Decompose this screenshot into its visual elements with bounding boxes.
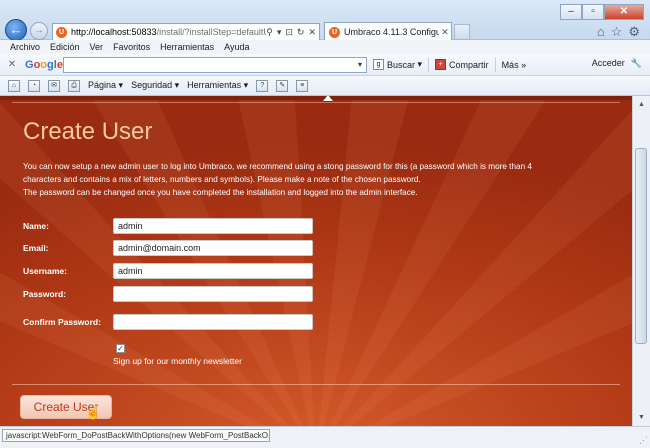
command-bar: ⌂ ◔ ✉ ⎙ Página ▾ Seguridad ▾ Herramienta… (0, 76, 650, 96)
signin-area: Acceder 🔧 (592, 58, 642, 69)
google-search-input[interactable]: ▾ (63, 56, 367, 73)
home-icon[interactable]: ⌂ (8, 79, 20, 92)
scroll-up-icon[interactable]: ▲ (635, 98, 648, 111)
close-icon[interactable]: ✕ (439, 27, 451, 38)
dropdown-icon[interactable]: ▾ (277, 27, 282, 38)
menu-tools[interactable]: Herramientas ▾ (187, 80, 248, 91)
close-toolbar-icon[interactable]: ✕ (5, 59, 19, 70)
menu-edicion[interactable]: Edición (50, 40, 80, 54)
address-tools: ⚲ ▾ ⊡ ↻ ✕ (266, 27, 316, 38)
gear-icon[interactable]: ⚙ (628, 24, 640, 40)
back-arrow-icon[interactable]: ← (5, 19, 27, 41)
chevron-down-icon[interactable]: ▾ (354, 58, 366, 72)
toolbar-separator (494, 57, 496, 72)
signin-link[interactable]: Acceder (592, 58, 625, 69)
google-logo: Google (25, 58, 63, 71)
more-button[interactable]: Más » (502, 60, 527, 70)
umbraco-favicon-icon: U (56, 26, 67, 38)
newsletter-checkbox[interactable]: ✓ (116, 344, 125, 353)
address-bar[interactable]: U http://localhost:50833/install/?instal… (52, 23, 320, 41)
rss-feed-icon[interactable]: ◔ (28, 79, 40, 92)
menu-herramientas[interactable]: Herramientas (160, 40, 214, 54)
vertical-scrollbar[interactable]: ▲ ▼ (632, 96, 650, 426)
hand-cursor-icon: ☝ (85, 405, 102, 420)
browser-right-icons: ⌂ ☆ ⚙ (597, 24, 640, 40)
tab-title: Umbraco 4.11.3 Configurat... (344, 27, 439, 37)
share-button[interactable]: + Compartir (435, 59, 489, 70)
name-row: Name: admin (23, 218, 313, 234)
name-label: Name: (23, 221, 49, 231)
scroll-thumb[interactable] (635, 148, 647, 344)
address-url[interactable]: http://localhost:50833/install/?installS… (71, 27, 266, 37)
toolbar-separator (428, 57, 430, 72)
form-divider (12, 384, 620, 385)
page-viewport: Create User You can now setup a new admi… (0, 96, 632, 426)
scroll-down-icon[interactable]: ▼ (635, 411, 648, 424)
password-label: Password: (23, 289, 66, 299)
home-icon[interactable]: ⌂ (597, 24, 605, 40)
umbraco-favicon-icon: U (329, 26, 340, 38)
email-row: Email: admin@domain.com (23, 240, 313, 256)
intro-line: You can now setup a new admin user to lo… (23, 162, 532, 171)
menu-ver[interactable]: Ver (90, 40, 104, 54)
research-icon[interactable]: ✎ (276, 79, 289, 92)
name-field[interactable]: admin (113, 218, 313, 234)
forward-arrow-icon[interactable]: → (30, 22, 48, 40)
menu-page[interactable]: Página ▾ (88, 80, 123, 91)
menu-favoritos[interactable]: Favoritos (113, 40, 150, 54)
mail-icon[interactable]: ✉ (48, 79, 60, 92)
email-label: Email: (23, 243, 49, 253)
search-icon[interactable]: ⚲ (266, 27, 273, 38)
stop-icon[interactable]: ✕ (308, 27, 316, 38)
menu-safety[interactable]: Seguridad ▾ (131, 80, 179, 91)
compatibility-icon[interactable]: ⊡ (285, 27, 293, 38)
username-row: Username: admin (23, 263, 313, 279)
intro-line: characters and contains a mix of letters… (23, 175, 421, 184)
create-user-panel: Create User You can now setup a new admi… (0, 96, 632, 426)
email-field[interactable]: admin@domain.com (113, 240, 313, 256)
maximize-button[interactable]: ▫ (582, 4, 604, 20)
google-toolbar: ✕ Google ▾ g Buscar ▾ + Compartir Más » … (0, 54, 650, 76)
newsletter-label: Sign up for our monthly newsletter (113, 356, 242, 366)
username-label: Username: (23, 266, 67, 276)
confirm-password-field[interactable] (113, 314, 313, 330)
menu-bar: Archivo Edición Ver Favoritos Herramient… (0, 40, 650, 54)
page-title: Create User (23, 118, 153, 145)
status-bar: javascript:WebForm_DoPostBackWithOptions… (0, 426, 650, 448)
wrench-icon[interactable]: 🔧 (631, 58, 642, 69)
browser-tab-active[interactable]: U Umbraco 4.11.3 Configurat... ✕ (324, 22, 452, 41)
help-icon[interactable]: ? (256, 79, 269, 92)
star-icon[interactable]: ☆ (611, 24, 623, 40)
refresh-icon[interactable]: ↻ (297, 27, 305, 38)
status-url: javascript:WebForm_DoPostBackWithOptions… (2, 429, 270, 442)
menu-archivo[interactable]: Archivo (10, 40, 40, 54)
search-icon: g (373, 59, 384, 70)
browser-title-bar: – ▫ ✕ ← → U http://localhost:50833/insta… (0, 0, 650, 41)
username-field[interactable]: admin (113, 263, 313, 279)
print-icon[interactable]: ⎙ (68, 79, 80, 92)
new-tab-button[interactable] (454, 24, 470, 40)
intro-line: The password can be changed once you hav… (23, 188, 418, 197)
google-search-button[interactable]: g Buscar ▾ (373, 59, 422, 70)
password-row: Password: (23, 286, 313, 302)
confirm-password-label: Confirm Password: (23, 317, 101, 327)
notes-icon[interactable]: ≡ (296, 79, 309, 92)
resize-grip-icon[interactable]: ⋰ (639, 435, 648, 446)
window-controls: – ▫ ✕ (560, 4, 644, 20)
intro-text: You can now setup a new admin user to lo… (23, 160, 613, 199)
password-field[interactable] (113, 286, 313, 302)
confirm-password-row: Confirm Password: (23, 314, 313, 330)
menu-ayuda[interactable]: Ayuda (224, 40, 249, 54)
share-icon: + (435, 59, 447, 70)
minimize-button[interactable]: – (560, 4, 582, 20)
window-close-button[interactable]: ✕ (604, 4, 644, 20)
